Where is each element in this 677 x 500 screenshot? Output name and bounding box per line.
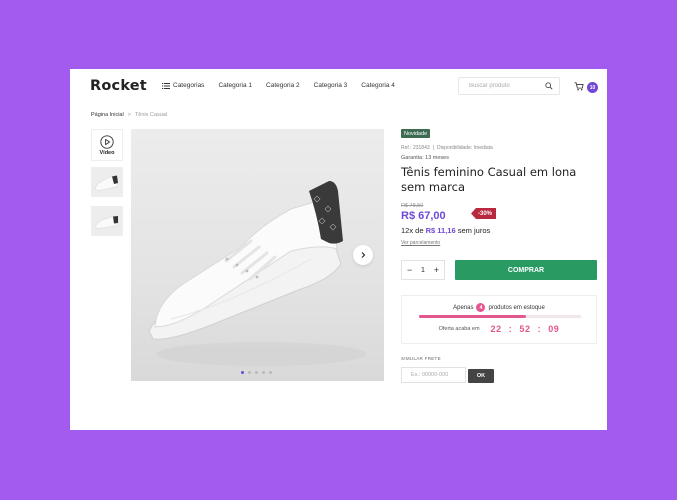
discount-badge: -30% bbox=[471, 208, 497, 219]
zip-code-input[interactable] bbox=[401, 367, 466, 383]
availability: Disponibilidade: Imediata bbox=[436, 145, 493, 151]
breadcrumb-home[interactable]: Página Inicial bbox=[91, 112, 124, 118]
quantity-value[interactable]: 1 bbox=[421, 267, 425, 274]
nav-label: Categoria 2 bbox=[266, 82, 300, 89]
increase-quantity-button[interactable]: + bbox=[434, 265, 439, 275]
cart-count-badge: 10 bbox=[587, 82, 598, 93]
product-thumbnail-1[interactable] bbox=[91, 167, 123, 197]
decrease-quantity-button[interactable]: − bbox=[407, 265, 412, 275]
main-nav: Categorias Categoria 1 Categoria 2 Categ… bbox=[162, 82, 409, 89]
nav-label: Categoria 3 bbox=[313, 82, 348, 89]
search-icon[interactable] bbox=[545, 82, 553, 90]
video-thumbnail[interactable]: Vídeo bbox=[91, 129, 123, 161]
carousel-dot[interactable] bbox=[248, 371, 251, 374]
carousel-dots bbox=[241, 371, 272, 374]
installments-value: R$ 11,16 bbox=[425, 226, 456, 235]
stock-count-badge: 4 bbox=[476, 303, 486, 312]
see-installments-link[interactable]: Ver parcelamento bbox=[401, 240, 440, 246]
timer-hours: 22 bbox=[490, 324, 502, 334]
search-box bbox=[458, 77, 560, 95]
countdown-timer: 22 : 52 : 09 bbox=[491, 324, 560, 334]
stock-progress-fill bbox=[419, 315, 526, 318]
nav-label: Categorias bbox=[173, 82, 205, 89]
breadcrumb: Página Inicial > Tênis Casual bbox=[91, 112, 167, 118]
installments: 12x de R$ 11,16 sem juros bbox=[401, 226, 490, 235]
sneaker-image bbox=[148, 181, 366, 366]
installments-prefix: 12x de bbox=[401, 226, 424, 235]
stock-progress-bar bbox=[419, 315, 581, 318]
warranty: Garantia: 13 meses bbox=[401, 155, 449, 161]
breadcrumb-separator: > bbox=[127, 112, 131, 118]
sneaker-thumbnail-image bbox=[94, 216, 119, 229]
play-icon bbox=[100, 134, 114, 149]
nav-category-1[interactable]: Categoria 1 bbox=[218, 82, 252, 89]
stock-text: Apenas 4 produtos em estoque bbox=[402, 303, 596, 312]
carousel-dot[interactable] bbox=[262, 371, 265, 374]
sneaker-thumbnail-image bbox=[94, 175, 119, 191]
video-label: Vídeo bbox=[99, 149, 115, 156]
carousel-dot[interactable] bbox=[255, 371, 258, 374]
carousel-dot[interactable] bbox=[269, 371, 272, 374]
chevron-right-icon bbox=[361, 252, 366, 258]
nav-category-3[interactable]: Categoria 3 bbox=[314, 82, 348, 89]
cart-icon bbox=[574, 82, 584, 91]
stock-box: Apenas 4 produtos em estoque Oferta acab… bbox=[401, 295, 597, 344]
quantity-stepper: − 1 + bbox=[401, 260, 445, 280]
current-price: R$ 67,00 bbox=[401, 210, 446, 222]
menu-icon bbox=[162, 82, 170, 89]
new-badge: Novidade bbox=[401, 129, 431, 138]
offer-label: Oferta acaba em bbox=[438, 326, 480, 332]
stock-prefix: Apenas bbox=[453, 304, 474, 311]
cart-button[interactable]: 10 bbox=[574, 81, 598, 93]
timer-colon: : bbox=[537, 324, 542, 334]
offer-countdown: Oferta acaba em 22 : 52 : 09 bbox=[402, 324, 596, 334]
nav-categories[interactable]: Categorias bbox=[162, 82, 204, 89]
timer-seconds: 09 bbox=[548, 324, 560, 334]
nav-category-2[interactable]: Categoria 2 bbox=[266, 82, 300, 89]
main-product-image[interactable] bbox=[131, 129, 384, 381]
product-title: Tênis feminino Casual em lona sem marca bbox=[401, 165, 577, 194]
buy-button[interactable]: COMPRAR bbox=[455, 260, 597, 280]
installments-suffix: sem juros bbox=[457, 226, 491, 235]
logo[interactable]: Rocket bbox=[90, 78, 147, 94]
breadcrumb-current: Tênis Casual bbox=[134, 112, 168, 118]
nav-category-4[interactable]: Categoria 4 bbox=[361, 82, 395, 89]
carousel-dot[interactable] bbox=[241, 371, 244, 374]
product-ref: Ref.: 231843 bbox=[401, 145, 430, 151]
shipping-label: SIMULAR FRETE bbox=[401, 356, 441, 361]
nav-label: Categoria 1 bbox=[218, 82, 253, 89]
stock-suffix: produtos em estoque bbox=[488, 304, 545, 311]
product-meta: Ref.: 231843 | Disponibilidade: Imediata bbox=[401, 145, 493, 151]
shipping-ok-button[interactable]: OK bbox=[468, 369, 494, 383]
nav-label: Categoria 4 bbox=[361, 82, 395, 89]
old-price: R$ 78,50 bbox=[401, 203, 424, 209]
next-image-button[interactable] bbox=[353, 245, 373, 265]
timer-colon: : bbox=[508, 324, 513, 334]
product-page: Rocket Categorias Categoria 1 Categoria … bbox=[70, 69, 607, 430]
timer-minutes: 52 bbox=[519, 324, 531, 334]
meta-separator: | bbox=[432, 145, 434, 151]
search-input[interactable] bbox=[459, 78, 541, 94]
product-thumbnail-2[interactable] bbox=[91, 206, 123, 236]
